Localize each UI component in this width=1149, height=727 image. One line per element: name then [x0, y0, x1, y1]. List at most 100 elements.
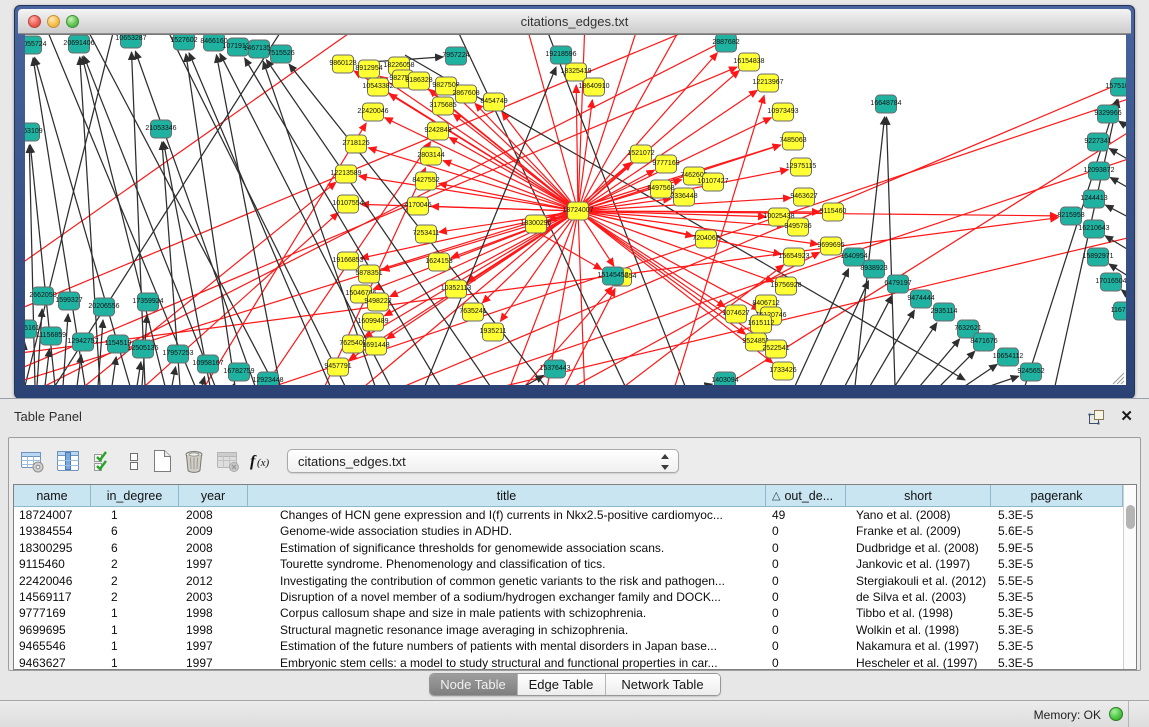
graph-node[interactable]: 1599327 [55, 292, 82, 310]
graph-node[interactable]: 2336448 [670, 188, 697, 206]
scrollbar-thumb[interactable] [1126, 505, 1135, 529]
table-cell[interactable]: 1 [91, 507, 179, 523]
graph-node[interactable]: 19218596 [545, 46, 576, 64]
table-cell[interactable]: 9777169 [14, 605, 91, 621]
graph-node[interactable]: 12213967 [752, 74, 783, 92]
graph-node[interactable]: 9498222 [364, 293, 391, 311]
graph-node[interactable]: 8186328 [405, 72, 432, 90]
table-cell[interactable]: 2003 [179, 589, 248, 605]
graph-node[interactable]: 10973493 [767, 103, 798, 121]
graph-node[interactable]: 6479197 [884, 275, 911, 293]
graph-node[interactable]: 1691448 [362, 337, 389, 355]
table-cell[interactable]: 1 [91, 605, 179, 621]
graph-node[interactable]: 8427552 [412, 172, 439, 190]
graph-node[interactable]: 9457791 [324, 358, 351, 376]
graph-node[interactable]: 10654112 [993, 348, 1024, 366]
graph-node[interactable]: 17957253 [162, 345, 193, 363]
graph-node[interactable]: 7635241 [459, 303, 486, 321]
table-cell[interactable]: 5.3E-5 [991, 655, 1123, 670]
graph-node[interactable]: 10958167 [192, 355, 223, 373]
graph-node[interactable]: 8912954 [355, 60, 382, 78]
table-row[interactable]: 969969511998Structural magnetic resonanc… [14, 622, 1123, 638]
graph-node[interactable]: 16782759 [223, 363, 254, 381]
new-document-icon[interactable] [149, 448, 175, 474]
graph-node[interactable]: 2887682 [712, 35, 739, 52]
graph-node[interactable]: 1521072 [627, 145, 654, 163]
trash-icon[interactable] [181, 448, 207, 474]
table-cell[interactable]: Jankovic et al. (1997) [846, 556, 991, 572]
function-icon[interactable]: f (x) [249, 448, 275, 474]
column-header-title[interactable]: title [248, 485, 766, 507]
tab-network-table[interactable]: Network Table [606, 674, 720, 695]
graph-node[interactable]: 1074627 [722, 305, 749, 323]
graph-node[interactable]: 2663109 [25, 123, 43, 141]
graph-node[interactable]: 17359924 [132, 293, 163, 311]
graph-node[interactable]: 8938923 [860, 260, 887, 278]
table-cell[interactable]: 9115460 [14, 556, 91, 572]
graph-node[interactable]: 21053346 [145, 120, 176, 138]
graph-node[interactable]: 17016504 [1095, 273, 1126, 291]
table-cell[interactable]: 1 [91, 622, 179, 638]
table-cell[interactable]: 5.9E-5 [991, 540, 1123, 556]
graph-node[interactable]: 7253411 [413, 225, 440, 243]
graph-node[interactable]: 2867608 [452, 85, 479, 103]
table-cell[interactable]: 1997 [179, 556, 248, 572]
table-cell[interactable]: 1997 [179, 655, 248, 670]
column-header-out_de[interactable]: △out_de... [766, 485, 846, 507]
column-header-name[interactable]: name [14, 485, 91, 507]
column-header-short[interactable]: short [846, 485, 991, 507]
graph-node[interactable]: 9777169 [652, 155, 679, 173]
table-cell[interactable]: Investigating the contribution of common… [248, 573, 766, 589]
table-row[interactable]: 2242004622012Investigating the contribut… [14, 573, 1123, 589]
graph-node[interactable]: 2935114 [931, 303, 958, 321]
network-canvas[interactable]: 1872400718300295193845549860128891295410… [25, 34, 1126, 385]
graph-node[interactable]: 1624153 [425, 253, 452, 271]
table-cell[interactable]: Nakamura et al. (1997) [846, 638, 991, 654]
table-cell[interactable]: Disruption of a novel member of a sodium… [248, 589, 766, 605]
graph-node[interactable]: 15892971 [1082, 248, 1113, 266]
graph-node[interactable]: 19756928 [770, 277, 801, 295]
table-cell[interactable]: 22420046 [14, 573, 91, 589]
table-cell[interactable]: Estimation of the future numbers of pati… [248, 638, 766, 654]
table-cell[interactable]: Tibbo et al. (1998) [846, 605, 991, 621]
graph-node[interactable]: 15376443 [539, 360, 570, 378]
graph-node[interactable]: 20691406 [63, 35, 94, 53]
graph-node[interactable]: 15751874 [1105, 78, 1126, 96]
table-row[interactable]: 1872400712008Changes of HCN gene express… [14, 507, 1123, 523]
table-cell[interactable]: 2008 [179, 507, 248, 523]
graph-node[interactable]: 2803144 [417, 147, 444, 165]
table-cell[interactable]: 9463627 [14, 655, 91, 670]
table-cell[interactable]: 0 [766, 655, 846, 670]
table-cell[interactable]: de Silva et al. (2003) [846, 589, 991, 605]
table-cell[interactable]: 0 [766, 605, 846, 621]
graph-node[interactable]: 9227341 [1084, 133, 1111, 151]
graph-node[interactable]: 16099489 [357, 313, 388, 331]
graph-node[interactable]: 9474444 [907, 290, 934, 308]
graph-node[interactable]: 4170046 [404, 197, 431, 215]
table-cell[interactable]: Estimation of significance thresholds fo… [248, 540, 766, 556]
graph-node[interactable]: 10107554 [332, 195, 363, 213]
graph-node[interactable]: 1167552 [1111, 302, 1126, 320]
table-cell[interactable]: Changes of HCN gene expression and I(f) … [248, 507, 766, 523]
graph-node[interactable]: 2718126 [342, 135, 369, 153]
table-cell[interactable]: 9465546 [14, 638, 91, 654]
table-cell[interactable]: 1997 [179, 638, 248, 654]
table-cell[interactable]: 1998 [179, 605, 248, 621]
table-cell[interactable]: 2008 [179, 540, 248, 556]
graph-node[interactable]: 8454749 [480, 93, 507, 111]
table-row[interactable]: 911546021997Tourette syndrome. Phenomeno… [14, 556, 1123, 572]
table-cell[interactable]: Tourette syndrome. Phenomenology and cla… [248, 556, 766, 572]
graph-node[interactable]: 9242848 [424, 122, 451, 140]
table-cell[interactable]: Stergiakouli et al. (2012) [846, 573, 991, 589]
row-check-icon[interactable] [91, 448, 117, 474]
table-row[interactable]: 946554611997Estimation of the future num… [14, 638, 1123, 654]
table-row[interactable]: 1938455462009Genome-wide association stu… [14, 523, 1123, 539]
table-cell[interactable]: 2 [91, 556, 179, 572]
tab-edge-table[interactable]: Edge Table [518, 674, 606, 695]
table-cell[interactable]: 9699695 [14, 622, 91, 638]
graph-node[interactable]: 1527602 [170, 35, 197, 50]
rows-icon[interactable] [121, 448, 147, 474]
table-cell[interactable]: 0 [766, 622, 846, 638]
graph-node[interactable]: 8471676 [970, 333, 997, 351]
tab-node-table[interactable]: Node Table [430, 674, 518, 695]
